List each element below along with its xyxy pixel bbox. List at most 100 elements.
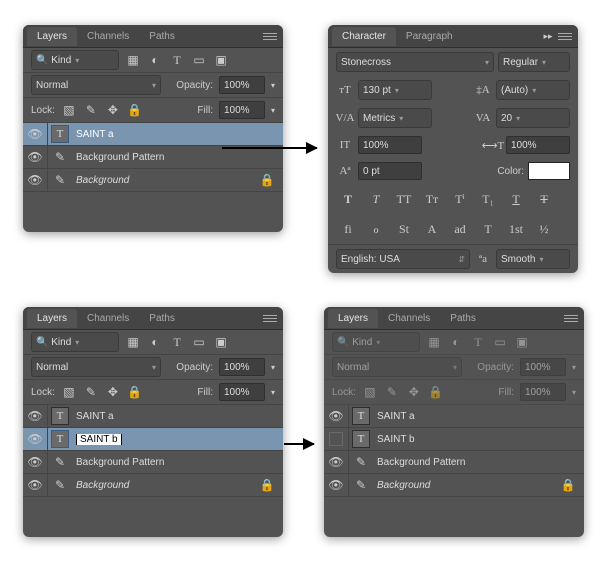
layer-row[interactable]: 👁 T SAINT a — [23, 123, 283, 146]
filter-type-icon[interactable]: T — [470, 334, 486, 350]
ot-fractions-button[interactable]: ½ — [532, 218, 556, 240]
tab-layers[interactable]: Layers — [27, 309, 77, 328]
lock-all-icon[interactable]: 🔒 — [127, 384, 143, 400]
opacity-input[interactable]: 100% — [219, 358, 265, 376]
hscale-input[interactable]: 100% — [506, 136, 570, 154]
layer-row[interactable]: 👁 ✎ Background 🔒 — [23, 169, 283, 192]
lock-paint-icon[interactable]: ✎ — [83, 384, 99, 400]
filter-shape-icon[interactable]: ▭ — [191, 334, 207, 350]
eye-icon[interactable]: 👁 — [27, 149, 43, 165]
eye-icon[interactable]: 👁 — [27, 477, 43, 493]
layer-row[interactable]: 👁 ✎ Background Pattern — [23, 451, 283, 474]
vscale-input[interactable]: 100% — [358, 136, 422, 154]
fill-arrow-icon[interactable]: ▾ — [271, 106, 275, 115]
filter-smart-icon[interactable]: ▣ — [514, 334, 530, 350]
layer-row[interactable]: 👁 ✎ Background 🔒 — [23, 474, 283, 497]
layer-row[interactable]: 👁 T SAINT b — [23, 428, 283, 451]
layer-row[interactable]: 👁 ✎ Background Pattern — [23, 146, 283, 169]
ot-ordinals-button[interactable]: 1st — [504, 218, 528, 240]
leading-dropdown[interactable]: (Auto)▾ — [496, 80, 570, 100]
filter-shape-icon[interactable]: ▭ — [191, 52, 207, 68]
tab-channels[interactable]: Channels — [77, 309, 139, 328]
lock-transparent-icon[interactable]: ▧ — [61, 102, 77, 118]
layer-row[interactable]: 👁 ✎ Background 🔒 — [324, 474, 584, 497]
kerning-dropdown[interactable]: Metrics▾ — [358, 108, 432, 128]
eye-icon[interactable]: 👁 — [328, 477, 344, 493]
tab-paths[interactable]: Paths — [440, 309, 486, 328]
tab-paths[interactable]: Paths — [139, 309, 185, 328]
eye-icon[interactable]: 👁 — [328, 408, 344, 424]
superscript-button[interactable]: Tⁱ — [448, 188, 472, 210]
tracking-dropdown[interactable]: 20▾ — [496, 108, 570, 128]
filter-kind-dropdown[interactable]: Kind▾ — [31, 332, 119, 352]
tab-layers[interactable]: Layers — [328, 309, 378, 328]
lock-paint-icon[interactable]: ✎ — [83, 102, 99, 118]
eye-icon[interactable]: 👁 — [27, 431, 43, 447]
fill-input[interactable]: 100% — [219, 101, 265, 119]
panel-menu-icon[interactable] — [261, 29, 279, 43]
layer-row[interactable]: 👁 T SAINT a — [324, 405, 584, 428]
eye-icon[interactable]: 👁 — [27, 408, 43, 424]
layer-row[interactable]: 👁 T SAINT a — [23, 405, 283, 428]
collapse-icon[interactable]: ▸▸ — [540, 28, 556, 44]
italic-button[interactable]: T — [364, 188, 388, 210]
ot-contextual-button[interactable]: ad — [448, 218, 472, 240]
ot-ligatures-button[interactable]: fi — [336, 218, 360, 240]
strike-button[interactable]: T — [532, 188, 556, 210]
ot-ornaments-button[interactable]: T — [476, 218, 500, 240]
font-size-dropdown[interactable]: 130 pt▾ — [358, 80, 432, 100]
filter-smart-icon[interactable]: ▣ — [213, 334, 229, 350]
tab-channels[interactable]: Channels — [77, 27, 139, 46]
underline-button[interactable]: T — [504, 188, 528, 210]
eye-icon[interactable]: 👁 — [27, 172, 43, 188]
opacity-arrow-icon[interactable]: ▾ — [271, 81, 275, 90]
ot-stylistic-button[interactable]: St — [392, 218, 416, 240]
filter-pixel-icon[interactable]: ▦ — [125, 52, 141, 68]
font-style-dropdown[interactable]: Regular▾ — [498, 52, 570, 72]
font-family-dropdown[interactable]: Stonecross▾ — [336, 52, 494, 72]
allcaps-button[interactable]: TT — [392, 188, 416, 210]
fill-input[interactable]: 100% — [219, 383, 265, 401]
tab-paths[interactable]: Paths — [139, 27, 185, 46]
blend-mode-dropdown[interactable]: Normal▾ — [31, 75, 161, 95]
panel-menu-icon[interactable] — [556, 29, 574, 43]
tab-layers[interactable]: Layers — [27, 27, 77, 46]
opacity-input[interactable]: 100% — [219, 76, 265, 94]
ot-swash-button[interactable]: ℴ — [364, 218, 388, 240]
baseline-input[interactable]: 0 pt — [358, 162, 422, 180]
lock-all-icon[interactable]: 🔒 — [127, 102, 143, 118]
filter-adjust-icon[interactable]: ◐ — [147, 334, 163, 350]
filter-kind-dropdown[interactable]: Kind▾ — [31, 50, 119, 70]
filter-type-icon[interactable]: T — [169, 334, 185, 350]
filter-pixel-icon[interactable]: ▦ — [426, 334, 442, 350]
smallcaps-button[interactable]: Tᴛ — [420, 188, 444, 210]
eye-empty-icon[interactable] — [329, 432, 343, 446]
layer-row[interactable]: 👁 ✎ Background Pattern — [324, 451, 584, 474]
filter-adjust-icon[interactable]: ◐ — [448, 334, 464, 350]
tab-channels[interactable]: Channels — [378, 309, 440, 328]
eye-icon[interactable]: 👁 — [27, 126, 43, 142]
subscript-button[interactable]: T₁ — [476, 188, 500, 210]
tab-character[interactable]: Character — [332, 27, 396, 46]
layer-row[interactable]: T SAINT b — [324, 428, 584, 451]
language-dropdown[interactable]: English: USA⇵ — [336, 249, 470, 269]
blend-mode-dropdown[interactable]: Normal▾ — [31, 357, 161, 377]
filter-kind-dropdown[interactable]: Kind▾ — [332, 332, 420, 352]
panel-menu-icon[interactable] — [562, 311, 580, 325]
filter-type-icon[interactable]: T — [169, 52, 185, 68]
filter-smart-icon[interactable]: ▣ — [213, 52, 229, 68]
eye-icon[interactable]: 👁 — [328, 454, 344, 470]
bold-button[interactable]: T — [336, 188, 360, 210]
filter-shape-icon[interactable]: ▭ — [492, 334, 508, 350]
eye-icon[interactable]: 👁 — [27, 454, 43, 470]
filter-adjust-icon[interactable]: ◐ — [147, 52, 163, 68]
lock-move-icon[interactable]: ✥ — [105, 102, 121, 118]
panel-menu-icon[interactable] — [261, 311, 279, 325]
color-swatch[interactable] — [528, 162, 570, 180]
ot-titling-button[interactable]: A — [420, 218, 444, 240]
antialias-dropdown[interactable]: Smooth▾ — [496, 249, 570, 269]
lock-move-icon[interactable]: ✥ — [105, 384, 121, 400]
layer-name-edit[interactable]: SAINT b — [72, 434, 283, 445]
lock-transparent-icon[interactable]: ▧ — [61, 384, 77, 400]
filter-pixel-icon[interactable]: ▦ — [125, 334, 141, 350]
